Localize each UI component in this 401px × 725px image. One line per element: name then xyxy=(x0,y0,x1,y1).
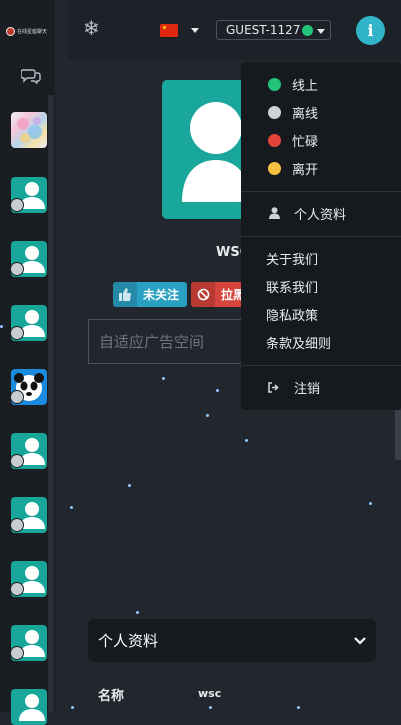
chat-bubbles-icon[interactable] xyxy=(21,68,41,84)
particle-dot xyxy=(70,506,73,509)
menu-item-logout[interactable]: 注销 xyxy=(241,375,401,399)
offline-status-dot xyxy=(268,105,281,119)
menu-item-terms[interactable]: 条款及细则 xyxy=(241,330,401,354)
menu-item-about[interactable]: 关于我们 xyxy=(241,246,401,270)
online-status-dot xyxy=(268,77,281,91)
particle-dot xyxy=(0,325,3,328)
menu-logout-label: 注销 xyxy=(294,381,321,397)
site-logo[interactable]: 在线星座聊天 xyxy=(6,24,50,38)
menu-link-label: 关于我们 xyxy=(266,252,319,268)
away-status-dot xyxy=(268,161,281,175)
online-status-dot xyxy=(302,24,314,36)
menu-divider xyxy=(241,365,401,366)
particle-dot xyxy=(71,706,74,709)
offline-status-dot xyxy=(10,646,24,660)
china-flag-icon[interactable] xyxy=(160,24,178,37)
menu-link-label: 联系我们 xyxy=(266,280,319,296)
offline-status-dot xyxy=(10,518,24,532)
menu-status-label: 离开 xyxy=(292,162,319,178)
particle-dot xyxy=(136,611,139,614)
menu-divider xyxy=(241,191,401,192)
chevron-down-icon xyxy=(317,28,326,34)
username-label: GUEST-1127 xyxy=(226,23,301,37)
flower-art-icon xyxy=(17,117,42,143)
menu-item-contact[interactable]: 联系我们 xyxy=(241,274,401,298)
field-label-name: 名称 xyxy=(98,689,125,704)
info-button[interactable]: i xyxy=(356,16,385,45)
menu-status-busy[interactable]: 忙碌 xyxy=(241,128,401,152)
left-sidebar: 在线星座聊天 xyxy=(0,0,55,725)
offline-status-dot xyxy=(10,262,24,276)
particle-dot xyxy=(128,484,131,487)
offline-status-dot xyxy=(10,454,24,468)
particle-dot xyxy=(209,706,212,709)
menu-divider xyxy=(241,236,401,237)
menu-status-label: 忙碌 xyxy=(292,134,319,150)
chevron-down-icon xyxy=(354,636,366,645)
menu-item-profile[interactable]: 个人资料 xyxy=(241,201,401,225)
thumbs-up-icon xyxy=(113,282,137,307)
user-avatar-1[interactable] xyxy=(11,112,47,148)
particle-dot xyxy=(206,414,209,417)
menu-status-offline[interactable]: 离线 xyxy=(241,100,401,124)
profile-section-toggle[interactable]: 个人资料 xyxy=(88,619,376,662)
offline-status-dot xyxy=(10,582,24,596)
menu-item-privacy[interactable]: 隐私政策 xyxy=(241,302,401,326)
sign-out-icon xyxy=(267,381,281,393)
offline-status-dot xyxy=(10,390,24,404)
menu-status-label: 离线 xyxy=(292,106,319,122)
particle-dot xyxy=(369,502,372,505)
user-icon xyxy=(267,207,281,219)
user-status-dropdown[interactable]: GUEST-1127 xyxy=(216,20,331,40)
logo-emblem-icon xyxy=(6,26,15,36)
busy-status-dot xyxy=(268,133,281,147)
menu-link-label: 隐私政策 xyxy=(266,308,319,324)
user-silhouette-icon xyxy=(19,694,45,721)
offline-status-dot xyxy=(10,326,24,340)
section-title: 个人资料 xyxy=(98,632,159,650)
particle-dot xyxy=(245,439,248,442)
offline-status-dot xyxy=(10,198,24,212)
user-dropdown-menu: 线上 离线 忙碌 离开 个人资料 关于我们 联系我们 隐私政策 条款及细则 注销 xyxy=(241,62,401,410)
field-value-name: wsc xyxy=(198,687,222,700)
menu-status-online[interactable]: 线上 xyxy=(241,72,401,96)
follow-button[interactable]: 未关注 xyxy=(113,282,187,307)
particle-dot xyxy=(216,389,219,392)
sidebar-scrollbar[interactable] xyxy=(48,95,54,712)
block-button[interactable]: 拉黑 xyxy=(191,282,246,307)
ad-placeholder-text: 自适应广告空间 xyxy=(99,333,205,351)
ban-icon xyxy=(191,282,215,307)
user-avatar-10[interactable] xyxy=(11,689,47,725)
menu-link-label: 条款及细则 xyxy=(266,336,332,352)
particle-dot xyxy=(297,706,300,709)
snowflake-icon[interactable]: ❄ xyxy=(83,18,100,38)
ad-placeholder: 自适应广告空间 xyxy=(88,319,258,364)
menu-profile-label: 个人资料 xyxy=(294,207,347,223)
follow-label: 未关注 xyxy=(143,288,180,302)
language-chevron-down-icon[interactable] xyxy=(191,28,199,33)
menu-status-away[interactable]: 离开 xyxy=(241,156,401,180)
menu-status-label: 线上 xyxy=(292,78,319,94)
info-icon: i xyxy=(367,21,374,40)
logo-text: 在线星座聊天 xyxy=(17,28,48,35)
page-scrollbar[interactable] xyxy=(395,410,401,460)
particle-dot xyxy=(162,377,165,380)
flag-star-icon xyxy=(162,25,167,30)
